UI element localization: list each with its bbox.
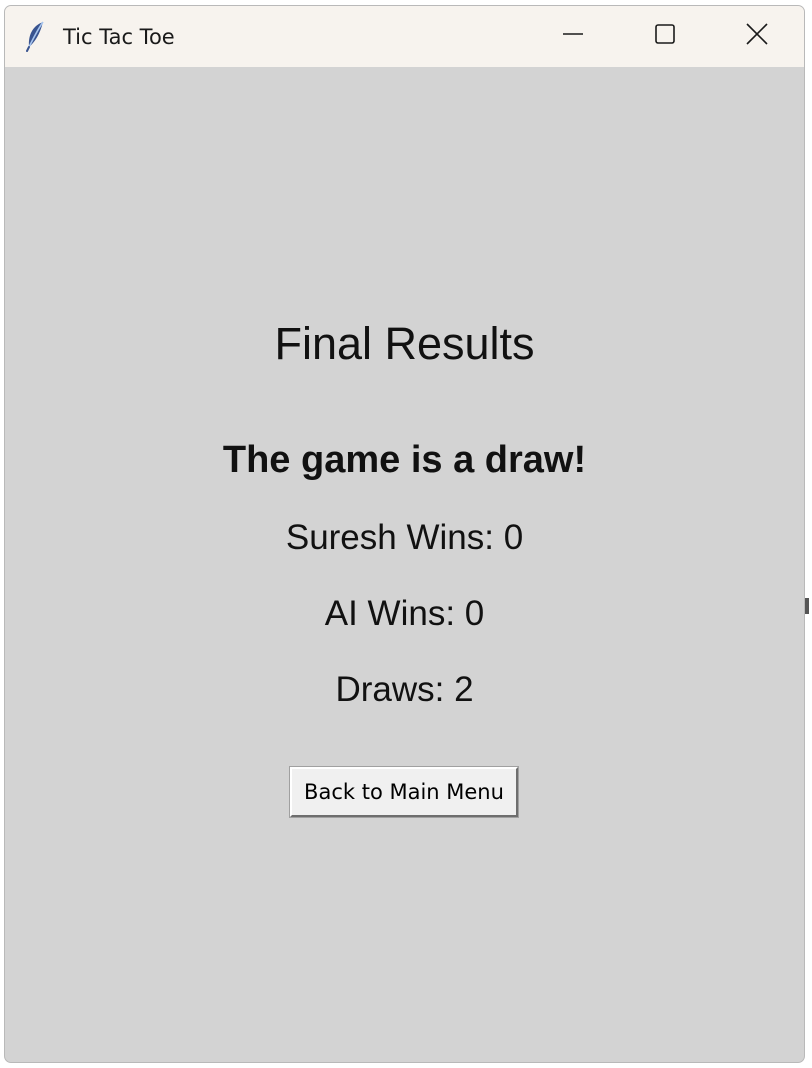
app-window: Tic Tac Toe Final Results The game is a … [4,5,805,1063]
back-to-main-menu-button[interactable]: Back to Main Menu [289,766,519,818]
results-screen: Final Results The game is a draw! Suresh… [5,67,804,1062]
window-resize-edge[interactable] [805,598,809,614]
window-title: Tic Tac Toe [63,25,175,49]
close-icon [746,23,768,50]
page-title: Final Results [274,318,535,369]
title-bar[interactable]: Tic Tac Toe [5,6,804,67]
minimize-icon [562,23,584,50]
maximize-icon [654,23,676,50]
feather-icon [23,20,49,52]
draws-label: Draws: 2 [335,670,474,709]
result-message: The game is a draw! [222,439,587,481]
maximize-button[interactable] [619,6,711,67]
ai-wins-label: AI Wins: 0 [324,594,485,633]
close-button[interactable] [711,6,803,67]
minimize-button[interactable] [527,6,619,67]
player-wins-label: Suresh Wins: 0 [285,518,524,557]
